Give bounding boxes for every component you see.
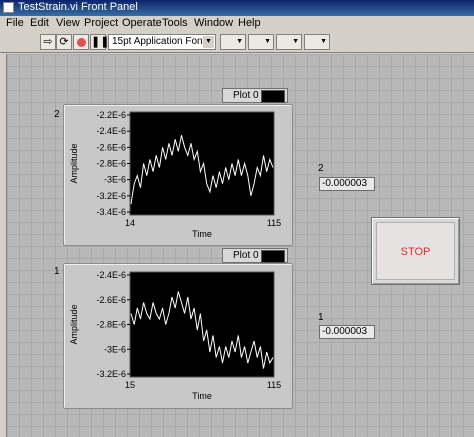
y-tick-label: -3.4E-6 xyxy=(96,207,126,217)
chevron-down-icon: ▼ xyxy=(203,36,214,48)
stop-button[interactable]: STOP xyxy=(371,217,460,285)
menu-window[interactable]: Window xyxy=(194,17,233,29)
font-select[interactable]: 15pt Application Font ▼ xyxy=(108,34,216,50)
plot-legend[interactable]: Plot 0 xyxy=(222,88,288,103)
y-tick-label: -3E-6 xyxy=(104,344,126,354)
y-tick-label: -3.2E-6 xyxy=(96,191,126,201)
indicator-label: 2 xyxy=(318,163,324,174)
menu-edit[interactable]: Edit xyxy=(30,17,49,29)
toolbar: ⇨ ⟳ ❚❚ 15pt Application Font ▼ ▼ ▼ ▼ ▼ xyxy=(0,32,474,53)
y-axis-label: Amplitude xyxy=(69,143,79,183)
plot-line-icon xyxy=(261,90,285,103)
graph-owner-label: 2 xyxy=(54,109,60,120)
plot-line-icon xyxy=(261,250,285,263)
window-title: TestStrain.vi Front Panel xyxy=(18,1,138,13)
numeric-indicator: -0.000003 xyxy=(319,177,375,191)
abort-icon[interactable] xyxy=(73,34,89,50)
y-tick-label: -2.8E-6 xyxy=(96,159,126,169)
menu-file[interactable]: File xyxy=(6,17,24,29)
y-axis-label: Amplitude xyxy=(69,304,79,344)
align-objects-icon[interactable]: ▼ xyxy=(220,34,246,50)
y-tick-label: -2.8E-6 xyxy=(96,320,126,330)
pause-icon[interactable]: ❚❚ xyxy=(90,34,109,50)
waveform-graph-top[interactable]: -2.2E-6 -2.4E-6 -2.6E-6 -2.8E-6 -3E-6 -3.2E-6… xyxy=(63,104,293,246)
reorder-icon[interactable]: ▼ xyxy=(304,34,330,50)
y-tick-label: -2.6E-6 xyxy=(96,295,126,305)
resize-objects-icon[interactable]: ▼ xyxy=(276,34,302,50)
x-axis-label: Time xyxy=(192,391,212,401)
y-tick-label: -2.4E-6 xyxy=(96,270,126,280)
y-tick-label: -3E-6 xyxy=(104,175,126,185)
menu-tools[interactable]: Tools xyxy=(162,17,188,29)
menu-operate[interactable]: Operate xyxy=(122,17,162,29)
stop-button-label: STOP xyxy=(376,222,455,280)
y-tick-label: -3.2E-6 xyxy=(96,369,126,379)
y-tick-label: -2.4E-6 xyxy=(96,126,126,136)
window-titlebar: TestStrain.vi Front Panel xyxy=(0,0,474,16)
menu-bar: File Edit View Project Operate Tools Win… xyxy=(0,16,474,32)
x-tick-label: 15 xyxy=(125,380,135,390)
run-icon[interactable]: ⇨ xyxy=(40,34,56,50)
menu-view[interactable]: View xyxy=(56,17,80,29)
graph-owner-label: 1 xyxy=(54,266,60,277)
menu-help[interactable]: Help xyxy=(238,17,261,29)
app-icon xyxy=(3,2,14,13)
plot-legend[interactable]: Plot 0 xyxy=(222,248,288,263)
x-tick-label: 14 xyxy=(125,218,135,228)
distribute-objects-icon[interactable]: ▼ xyxy=(248,34,274,50)
numeric-indicator: -0.000003 xyxy=(319,325,375,339)
graph-svg-bottom: -2.4E-6 -2.6E-6 -2.8E-6 -3E-6 -3.2E-615 115 Ti… xyxy=(69,270,281,401)
x-tick-label: 115 xyxy=(267,380,281,390)
graph-svg-top: -2.2E-6 -2.4E-6 -2.6E-6 -2.8E-6 -3E-6 -3.2E-6… xyxy=(69,110,281,239)
x-axis-label: Time xyxy=(192,229,212,239)
x-tick-label: 115 xyxy=(267,218,281,228)
y-tick-label: -2.6E-6 xyxy=(96,142,126,152)
waveform-graph-bottom[interactable]: -2.4E-6 -2.6E-6 -2.8E-6 -3E-6 -3.2E-6 15 115 Ti… xyxy=(63,263,293,409)
y-tick-label: -2.2E-6 xyxy=(96,110,126,120)
plot-area[interactable] xyxy=(129,111,275,216)
indicator-label: 1 xyxy=(318,312,324,323)
run-continuously-icon[interactable]: ⟳ xyxy=(56,34,72,50)
menu-project[interactable]: Project xyxy=(84,17,118,29)
